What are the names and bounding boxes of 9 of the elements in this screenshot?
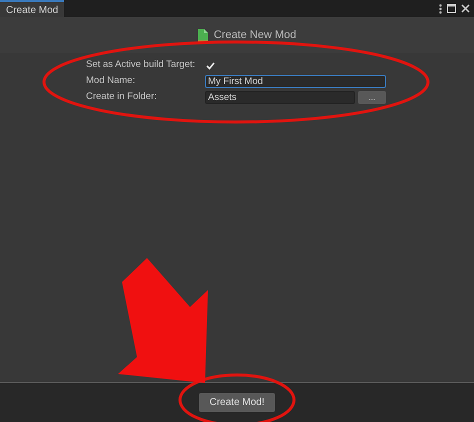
header-title: Create New Mod	[214, 28, 296, 43]
field-label: Mod Name:	[86, 74, 136, 88]
create-mod-button[interactable]: Create Mod!	[199, 393, 275, 412]
field-label: Set as Active build Target:	[86, 58, 196, 72]
tab[interactable]: Create Mod	[0, 0, 64, 17]
input-field[interactable]: Assets	[205, 91, 355, 104]
browse-button[interactable]: ...	[358, 91, 386, 104]
field-label: Create in Folder:	[86, 90, 158, 104]
input-field[interactable]: My First Mod	[205, 75, 386, 88]
